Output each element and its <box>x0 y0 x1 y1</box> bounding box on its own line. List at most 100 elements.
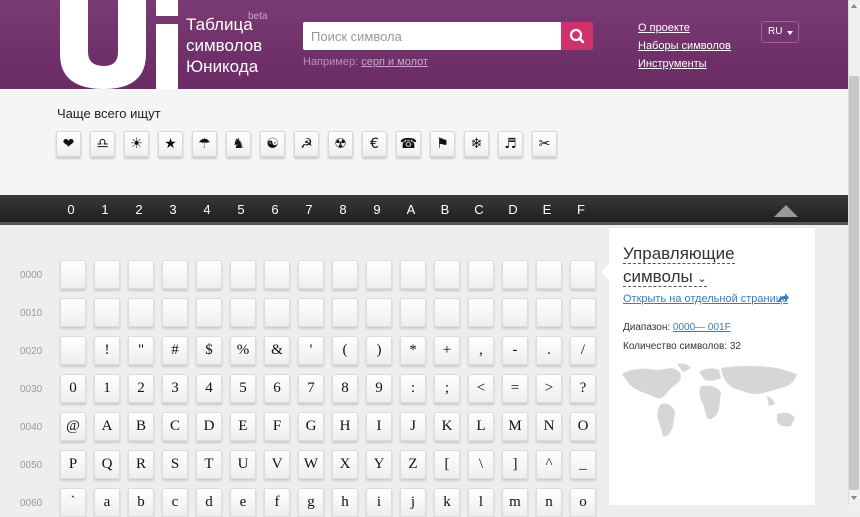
hex-column-label[interactable]: 3 <box>163 202 183 217</box>
symbol-key[interactable] <box>94 260 120 289</box>
hex-column-label[interactable]: 7 <box>299 202 319 217</box>
symbol-key[interactable]: D <box>196 412 222 441</box>
symbol-key[interactable]: I <box>366 412 392 441</box>
hex-column-label[interactable]: 8 <box>333 202 353 217</box>
symbol-key[interactable]: : <box>400 374 426 403</box>
symbol-key[interactable]: R <box>128 450 154 479</box>
symbol-key[interactable] <box>536 260 562 289</box>
symbol-key[interactable]: m <box>502 488 528 517</box>
hex-column-label[interactable]: 6 <box>265 202 285 217</box>
symbol-key[interactable]: 2 <box>128 374 154 403</box>
symbol-key[interactable] <box>332 260 358 289</box>
symbol-key[interactable]: ? <box>570 374 596 403</box>
symbol-key[interactable] <box>60 336 86 365</box>
uni-logo[interactable] <box>60 0 180 89</box>
symbol-key[interactable]: 3 <box>162 374 188 403</box>
symbol-key[interactable]: + <box>434 336 460 365</box>
hex-column-label[interactable]: C <box>469 202 489 217</box>
symbol-key[interactable]: ! <box>94 336 120 365</box>
symbol-key[interactable]: ] <box>502 450 528 479</box>
symbol-key[interactable] <box>502 260 528 289</box>
popular-symbol-key[interactable]: ❤ <box>56 131 81 157</box>
symbol-key[interactable]: Z <box>400 450 426 479</box>
symbol-key[interactable]: C <box>162 412 188 441</box>
symbol-key[interactable]: d <box>196 488 222 517</box>
symbol-key[interactable]: P <box>60 450 86 479</box>
popular-symbol-key[interactable]: ♎ <box>90 131 115 157</box>
symbol-key[interactable]: c <box>162 488 188 517</box>
symbol-key[interactable] <box>162 260 188 289</box>
symbol-key[interactable]: h <box>332 488 358 517</box>
symbol-key[interactable] <box>94 298 120 327</box>
hex-column-label[interactable]: A <box>401 202 421 217</box>
symbol-key[interactable]: 9 <box>366 374 392 403</box>
popular-symbol-key[interactable]: € <box>362 131 387 157</box>
symbol-key[interactable]: M <box>502 412 528 441</box>
symbol-key[interactable]: l <box>468 488 494 517</box>
symbol-key[interactable]: ` <box>60 488 86 517</box>
symbol-key[interactable]: K <box>434 412 460 441</box>
hex-column-label[interactable]: B <box>435 202 455 217</box>
symbol-key[interactable] <box>196 260 222 289</box>
symbol-key[interactable]: _ <box>570 450 596 479</box>
symbol-key[interactable] <box>230 298 256 327</box>
symbol-key[interactable] <box>264 260 290 289</box>
symbol-key[interactable]: - <box>502 336 528 365</box>
symbol-key[interactable] <box>434 260 460 289</box>
symbol-key[interactable]: b <box>128 488 154 517</box>
symbol-key[interactable]: & <box>264 336 290 365</box>
symbol-key[interactable]: X <box>332 450 358 479</box>
symbol-key[interactable] <box>400 260 426 289</box>
symbol-key[interactable]: " <box>128 336 154 365</box>
symbol-key[interactable]: f <box>264 488 290 517</box>
symbol-key[interactable]: a <box>94 488 120 517</box>
symbol-key[interactable]: . <box>536 336 562 365</box>
symbol-key[interactable] <box>502 298 528 327</box>
popular-symbol-key[interactable]: ★ <box>158 131 183 157</box>
symbol-key[interactable] <box>230 260 256 289</box>
nav-about[interactable]: О проекте <box>638 22 690 34</box>
symbol-key[interactable] <box>264 298 290 327</box>
popular-symbol-key[interactable]: ❄ <box>464 131 489 157</box>
symbol-key[interactable]: > <box>536 374 562 403</box>
symbol-key[interactable]: H <box>332 412 358 441</box>
popular-symbol-key[interactable]: ☭ <box>294 131 319 157</box>
symbol-key[interactable] <box>434 298 460 327</box>
symbol-key[interactable] <box>332 298 358 327</box>
symbol-key[interactable]: 0 <box>60 374 86 403</box>
symbol-key[interactable]: O <box>570 412 596 441</box>
symbol-key[interactable]: F <box>264 412 290 441</box>
scroll-top-icon[interactable] <box>774 205 798 217</box>
symbol-key[interactable]: N <box>536 412 562 441</box>
symbol-key[interactable]: g <box>298 488 324 517</box>
block-title[interactable]: Управляющие символы ⌄ <box>623 242 735 291</box>
symbol-key[interactable]: 5 <box>230 374 256 403</box>
symbol-key[interactable]: j <box>400 488 426 517</box>
popular-symbol-key[interactable]: ☀ <box>124 131 149 157</box>
symbol-key[interactable]: k <box>434 488 460 517</box>
symbol-key[interactable] <box>400 298 426 327</box>
popular-symbol-key[interactable]: ♞ <box>226 131 251 157</box>
symbol-key[interactable] <box>468 298 494 327</box>
open-separate-page-link[interactable]: Открыть на отдельной странице <box>623 293 788 305</box>
hex-column-label[interactable]: E <box>537 202 557 217</box>
hex-column-label[interactable]: 4 <box>197 202 217 217</box>
popular-symbol-key[interactable]: ✂ <box>532 131 557 157</box>
symbol-key[interactable] <box>570 260 596 289</box>
symbol-key[interactable]: 8 <box>332 374 358 403</box>
nav-tools[interactable]: Инструменты <box>638 58 707 70</box>
symbol-key[interactable]: V <box>264 450 290 479</box>
symbol-key[interactable] <box>536 298 562 327</box>
range-link[interactable]: 0000— 001F <box>673 322 731 333</box>
symbol-key[interactable] <box>366 298 392 327</box>
symbol-key[interactable] <box>196 298 222 327</box>
hex-column-label[interactable]: D <box>503 202 523 217</box>
symbol-key[interactable]: = <box>502 374 528 403</box>
symbol-key[interactable]: G <box>298 412 324 441</box>
symbol-key[interactable] <box>298 298 324 327</box>
symbol-key[interactable]: * <box>400 336 426 365</box>
symbol-key[interactable] <box>60 260 86 289</box>
hex-column-label[interactable]: 2 <box>129 202 149 217</box>
hex-column-label[interactable]: 5 <box>231 202 251 217</box>
symbol-key[interactable]: e <box>230 488 256 517</box>
